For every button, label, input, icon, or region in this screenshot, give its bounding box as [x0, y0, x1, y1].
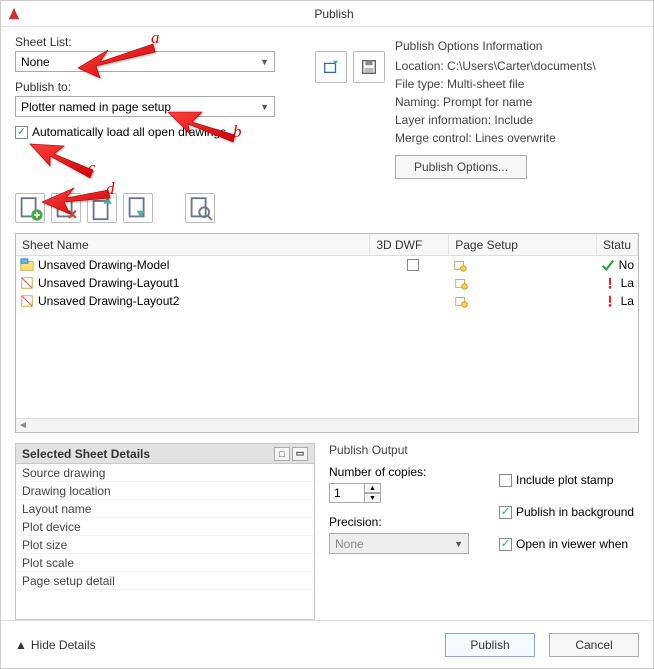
save-button[interactable] [353, 51, 385, 83]
annotation-a: a [151, 28, 160, 48]
copies-up-button[interactable]: ▲ [365, 483, 381, 493]
sheetlist-label: Sheet List: [15, 35, 315, 49]
annotation-c: c [88, 158, 96, 178]
cancel-button[interactable]: Cancel [549, 633, 639, 657]
table-row[interactable]: Unsaved Drawing-Layout2 La [16, 292, 638, 310]
output-heading: Publish Output [329, 443, 639, 457]
sheetlist-dropdown[interactable]: None ▼ [15, 51, 275, 72]
background-checkbox[interactable] [499, 506, 512, 519]
row-status: No [619, 258, 634, 272]
row-name: Unsaved Drawing-Layout1 [38, 276, 179, 290]
hide-details-toggle[interactable]: ▲ Hide Details [15, 638, 96, 652]
autoload-checkbox[interactable] [15, 126, 28, 139]
detail-row: Drawing location [16, 482, 314, 500]
save-icon [360, 58, 378, 76]
preview-button[interactable] [185, 193, 215, 223]
details-heading: Selected Sheet Details □ ▭ [15, 443, 315, 463]
viewer-checkbox[interactable] [499, 538, 512, 551]
sheet-add-icon [16, 194, 44, 222]
move-down-button[interactable] [123, 193, 153, 223]
sheet-header: Sheet Name 3D DWF Page Setup Statu [16, 234, 638, 256]
options-heading: Publish Options Information [395, 39, 639, 53]
col-pagesetup[interactable]: Page Setup [449, 234, 597, 255]
plotstamp-checkbox[interactable] [499, 474, 512, 487]
detail-row: Plot scale [16, 554, 314, 572]
col-status[interactable]: Statu [597, 234, 638, 255]
dwf-checkbox[interactable] [407, 259, 419, 271]
horizontal-scrollbar[interactable]: ◄ [16, 418, 638, 432]
details-restore-icon[interactable]: □ [274, 447, 290, 461]
col-sheetname[interactable]: Sheet Name [16, 234, 370, 255]
col-3ddwf[interactable]: 3D DWF [370, 234, 449, 255]
autoload-label: Automatically load all open drawings [32, 125, 226, 139]
detail-row: Layout name [16, 500, 314, 518]
sheet-down-icon [124, 194, 152, 222]
import-icon [322, 58, 340, 76]
copies-input[interactable] [329, 483, 365, 503]
preview-icon [186, 194, 214, 222]
table-row[interactable]: Unsaved Drawing-Layout1 La [16, 274, 638, 292]
copies-label: Number of copies: [329, 465, 469, 479]
table-row[interactable]: Unsaved Drawing-Model No [16, 256, 638, 274]
publishto-label: Publish to: [15, 80, 315, 94]
detail-row: Plot size [16, 536, 314, 554]
chevron-down-icon: ▼ [260, 102, 269, 112]
publish-button[interactable]: Publish [445, 633, 535, 657]
info-naming: Naming: Prompt for name [395, 95, 639, 109]
details-collapse-icon[interactable]: ▭ [292, 447, 308, 461]
window-title: Publish [21, 7, 647, 21]
row-status: La [621, 276, 634, 290]
annotation-b: b [233, 122, 242, 142]
collapse-icon: ▲ [15, 638, 27, 652]
publishto-value: Plotter named in page setup [21, 100, 171, 114]
chevron-down-icon: ▼ [260, 57, 269, 67]
sheetlist-value: None [21, 55, 50, 69]
sheet-remove-icon [52, 194, 80, 222]
remove-sheet-button[interactable] [51, 193, 81, 223]
detail-row: Plot device [16, 518, 314, 536]
info-filetype: File type: Multi-sheet file [395, 77, 639, 91]
detail-row: Page setup detail [16, 572, 314, 590]
info-layer: Layer information: Include [395, 113, 639, 127]
chevron-down-icon: ▼ [454, 539, 463, 549]
publish-options-button[interactable]: Publish Options... [395, 155, 527, 179]
info-merge: Merge control: Lines overwrite [395, 131, 639, 145]
import-button[interactable] [315, 51, 347, 83]
row-name: Unsaved Drawing-Layout2 [38, 294, 179, 308]
precision-dropdown: None ▼ [329, 533, 469, 554]
publishto-dropdown[interactable]: Plotter named in page setup ▼ [15, 96, 275, 117]
plotstamp-label: Include plot stamp [516, 473, 613, 487]
viewer-label: Open in viewer when [516, 537, 628, 551]
background-label: Publish in background [516, 505, 634, 519]
row-name: Unsaved Drawing-Model [38, 258, 169, 272]
precision-label: Precision: [329, 515, 469, 529]
row-status: La [621, 294, 634, 308]
app-icon [7, 7, 21, 21]
copies-down-button[interactable]: ▼ [365, 493, 381, 503]
add-sheet-button[interactable] [15, 193, 45, 223]
info-location: Location: C:\Users\Carter\documents\ [395, 59, 639, 73]
sheet-list-panel: Sheet Name 3D DWF Page Setup Statu Unsav… [15, 233, 639, 433]
title-bar: Publish [1, 1, 653, 27]
detail-row: Source drawing [16, 464, 314, 482]
annotation-d: d [106, 179, 115, 199]
